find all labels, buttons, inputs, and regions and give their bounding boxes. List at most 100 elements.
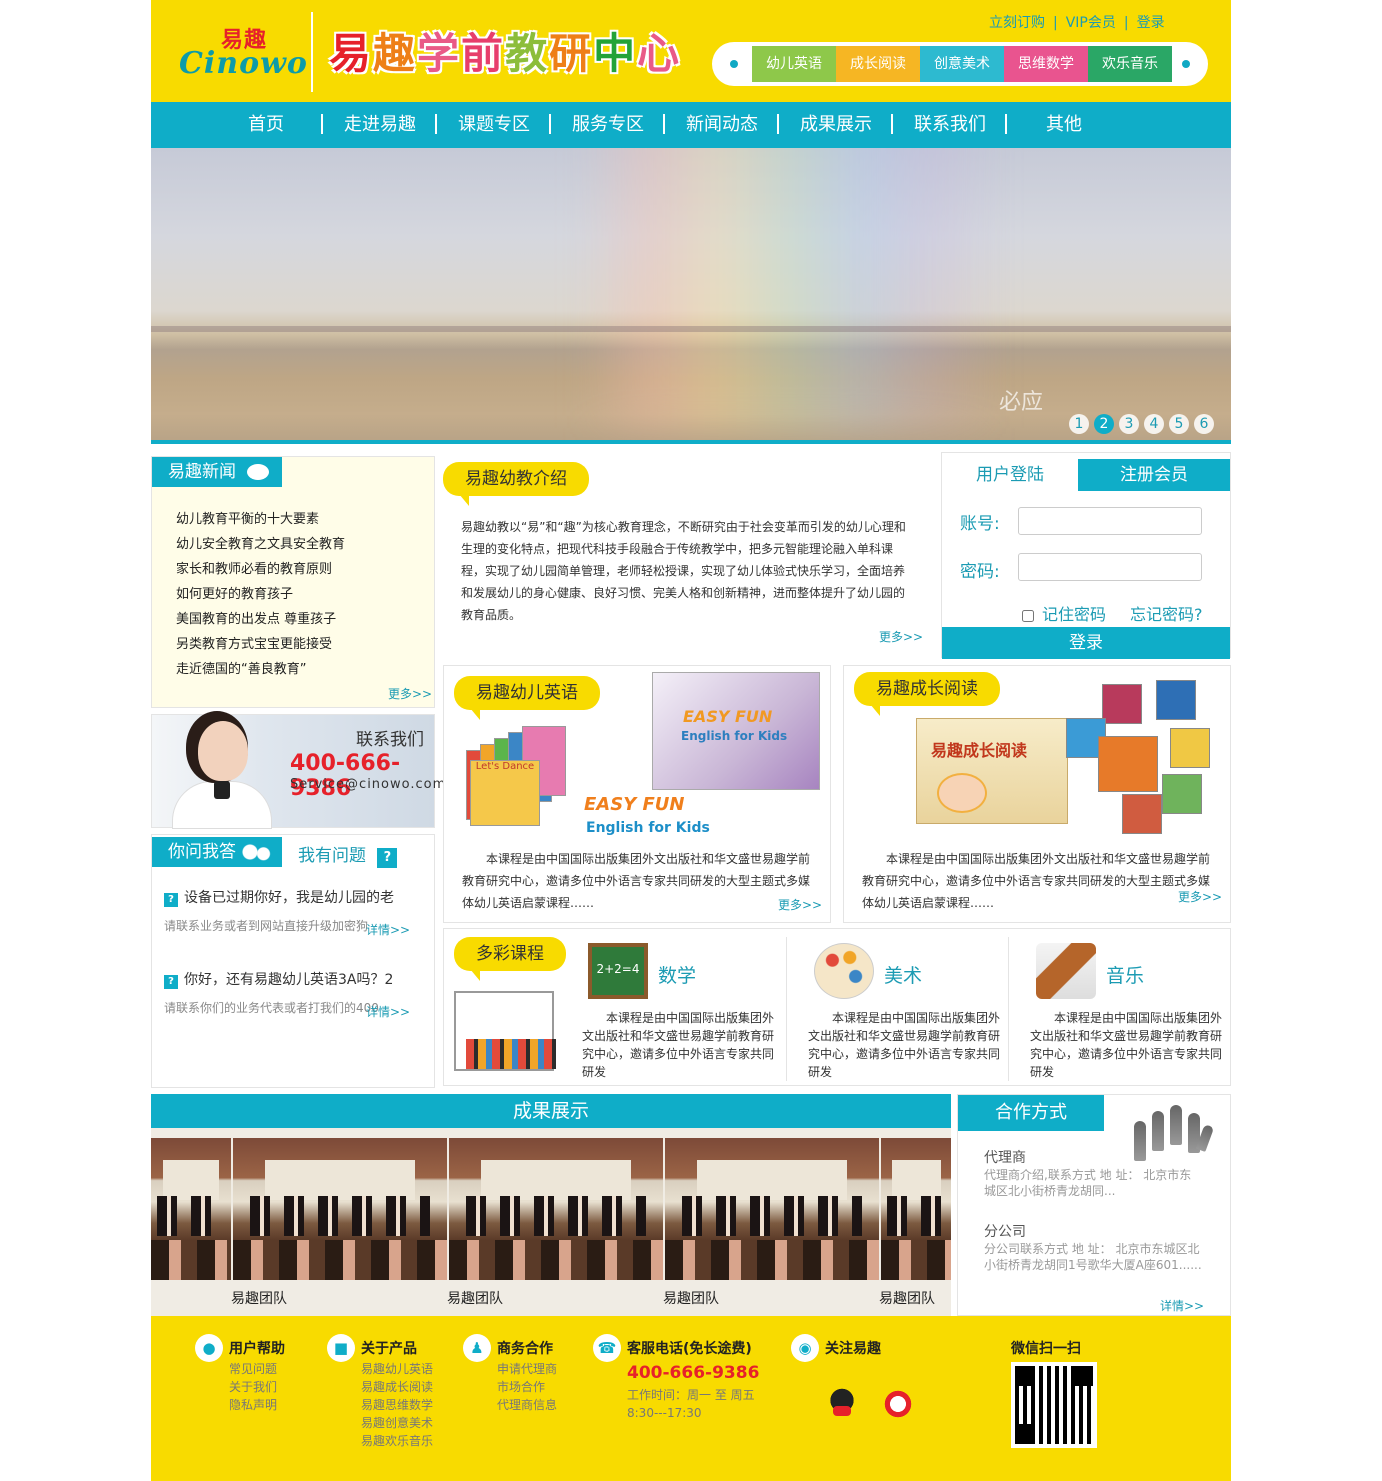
banner-watermark: 必应 [999, 390, 1044, 415]
figure [1170, 1105, 1182, 1145]
course-music[interactable]: 音乐 本课程是由中国国际出版集团外文出版社和华文盛世易趣学前教育研究中心，邀请多… [1016, 937, 1230, 1081]
category-music[interactable]: 欢乐音乐 [1088, 46, 1172, 82]
english-text: 本课程是由中国国际出版集团外文出版社和华文盛世易趣学前教育研究中心，邀请多位中外… [462, 852, 811, 910]
qq-icon[interactable] [823, 1386, 861, 1422]
nav-topics[interactable]: 课题专区 [458, 102, 530, 148]
contact-email[interactable]: Service@cinowo.com [290, 777, 446, 792]
photo-screen [697, 1160, 847, 1200]
book-cover [1162, 774, 1202, 814]
footer-link[interactable]: 市场合作 [463, 1378, 557, 1396]
banner-bottom-bar [151, 440, 1231, 444]
site-title-char: 研 [549, 29, 594, 78]
nav-divider [321, 114, 323, 134]
remember-checkbox[interactable] [1022, 609, 1034, 622]
category-math[interactable]: 思维数学 [1004, 46, 1088, 82]
weibo-icon[interactable] [879, 1386, 917, 1422]
reading-text: 本课程是由中国国际出版集团外文出版社和华文盛世易趣学前教育研究中心，邀请多位中外… [862, 852, 1211, 910]
coop-item-text: 代理商介绍,联系方式 地 址： 北京市东城区北小街桥青龙胡同... [984, 1168, 1192, 1198]
account-input[interactable] [1018, 507, 1202, 535]
nav-home[interactable]: 首页 [248, 102, 284, 148]
news-item[interactable]: 走近德国的“善良教育” [176, 657, 345, 682]
nav-service[interactable]: 服务专区 [572, 102, 644, 148]
reading-more-link[interactable]: 更多>> [1178, 888, 1222, 905]
news-item[interactable]: 幼儿教育平衡的十大要素 [176, 507, 345, 532]
footer-link[interactable]: 关于我们 [195, 1378, 285, 1396]
qa-question[interactable]: ? 你好，还有易趣幼儿英语3A吗？2 [164, 969, 393, 989]
qa-tab-active[interactable]: 你问我答 [152, 837, 282, 867]
contact-phone: 400-666-9386 [290, 751, 401, 801]
coop-item-title[interactable]: 分公司 [984, 1221, 1026, 1241]
photo-caption: 易趣团队 [879, 1291, 935, 1307]
password-label: 密码: [960, 562, 1000, 582]
course-math[interactable]: 2+2=4 数学 本课程是由中国国际出版集团外文出版社和华文盛世易趣学前教育研究… [568, 937, 782, 1081]
qa-detail-link[interactable]: 详情>> [366, 921, 410, 938]
photo-screen [265, 1160, 415, 1200]
footer-link[interactable]: 申请代理商 [463, 1360, 557, 1378]
nav-news[interactable]: 新闻动态 [686, 102, 758, 148]
news-item[interactable]: 如何更好的教育孩子 [176, 582, 345, 607]
qa-tab-ask[interactable]: 我有问题 ? [298, 841, 398, 868]
category-english[interactable]: 幼儿英语 [752, 46, 836, 82]
photo-people [466, 1196, 646, 1236]
vip-link[interactable]: VIP会员 [1066, 15, 1116, 31]
nav-contact[interactable]: 联系我们 [914, 102, 986, 148]
reading-box-image[interactable]: 易趣成长阅读 [916, 718, 1068, 824]
banner-page-3[interactable]: 3 [1119, 414, 1139, 434]
qa-detail-link[interactable]: 详情>> [366, 1003, 410, 1020]
intro-more-link[interactable]: 更多>> [879, 628, 923, 645]
result-photo[interactable] [449, 1138, 663, 1280]
course-art[interactable]: 美术 本课程是由中国国际出版集团外文出版社和华文盛世易趣学前教育研究中心，邀请多… [794, 937, 1008, 1081]
nav-results[interactable]: 成果展示 [800, 102, 872, 148]
forgot-password-link[interactable]: 忘记密码? [1130, 601, 1203, 625]
footer-link[interactable]: 易趣欢乐音乐 [327, 1432, 433, 1450]
footer: ● 用户帮助 常见问题 关于我们 隐私声明 ■ 关于产品 易趣幼儿英语 易趣成长阅读… [151, 1316, 1231, 1481]
footer-link[interactable]: 隐私声明 [195, 1396, 285, 1414]
news-item[interactable]: 幼儿安全教育之文具安全教育 [176, 532, 345, 557]
banner-page-1[interactable]: 1 [1069, 414, 1089, 434]
footer-link[interactable]: 易趣幼儿英语 [327, 1360, 433, 1378]
english-more-link[interactable]: 更多>> [778, 896, 822, 913]
banner[interactable]: 必应 1 2 3 4 5 6 [151, 148, 1231, 444]
result-photo[interactable] [233, 1138, 447, 1280]
nav-other[interactable]: 其他 [1046, 102, 1082, 148]
nav-about[interactable]: 走进易趣 [344, 102, 416, 148]
footer-link[interactable]: 易趣成长阅读 [327, 1378, 433, 1396]
news-item[interactable]: 另类教育方式宝宝更能接受 [176, 632, 345, 657]
banner-page-2[interactable]: 2 [1094, 414, 1114, 434]
english-box-image[interactable]: EASY FUN English for Kids [652, 672, 820, 790]
login-link[interactable]: 登录 [1137, 15, 1165, 31]
footer-service-title: 客服电话(免长途费) [627, 1341, 752, 1357]
photo-caption: 易趣团队 [231, 1291, 287, 1307]
result-photo[interactable] [665, 1138, 879, 1280]
banner-page-4[interactable]: 4 [1144, 414, 1164, 434]
footer-link[interactable]: 易趣创意美术 [327, 1414, 433, 1432]
qr-pattern [1015, 1366, 1093, 1444]
category-art[interactable]: 创意美术 [920, 46, 1004, 82]
banner-page-6[interactable]: 6 [1194, 414, 1214, 434]
book-cover [1122, 794, 1162, 834]
result-photo[interactable] [151, 1138, 231, 1280]
coop-item-title[interactable]: 代理商 [984, 1147, 1026, 1167]
footer-link[interactable]: 常见问题 [195, 1360, 285, 1378]
qa-question[interactable]: ? 设备已过期你好，我是幼儿园的老 [164, 887, 394, 907]
order-link[interactable]: 立刻订购 [989, 15, 1045, 31]
login-button[interactable]: 登录 [942, 627, 1230, 659]
footer-link[interactable]: 易趣思维数学 [327, 1396, 433, 1414]
news-more-link[interactable]: 更多>> [388, 685, 432, 702]
tab-login[interactable]: 用户登陆 [942, 459, 1078, 491]
tab-register[interactable]: 注册会员 [1078, 459, 1230, 491]
news-item[interactable]: 家长和教师必看的教育原则 [176, 557, 345, 582]
coop-detail-link[interactable]: 详情>> [1160, 1297, 1204, 1314]
password-input[interactable] [1018, 553, 1202, 581]
site-logo[interactable]: 易趣 Cinowo [179, 22, 307, 81]
category-reading[interactable]: 成长阅读 [836, 46, 920, 82]
result-photo[interactable] [881, 1138, 951, 1280]
news-item[interactable]: 美国教育的出发点 尊重孩子 [176, 607, 345, 632]
banner-page-5[interactable]: 5 [1169, 414, 1189, 434]
book-cover [1102, 684, 1142, 724]
footer-phone: 400-666-9386 [627, 1363, 760, 1383]
course-text: 本课程是由中国国际出版集团外文出版社和华文盛世易趣学前教育研究中心，邀请多位中外… [808, 1011, 1001, 1079]
header-divider [311, 12, 313, 92]
footer-link[interactable]: 代理商信息 [463, 1396, 557, 1414]
site-title-char: 学 [417, 29, 462, 78]
